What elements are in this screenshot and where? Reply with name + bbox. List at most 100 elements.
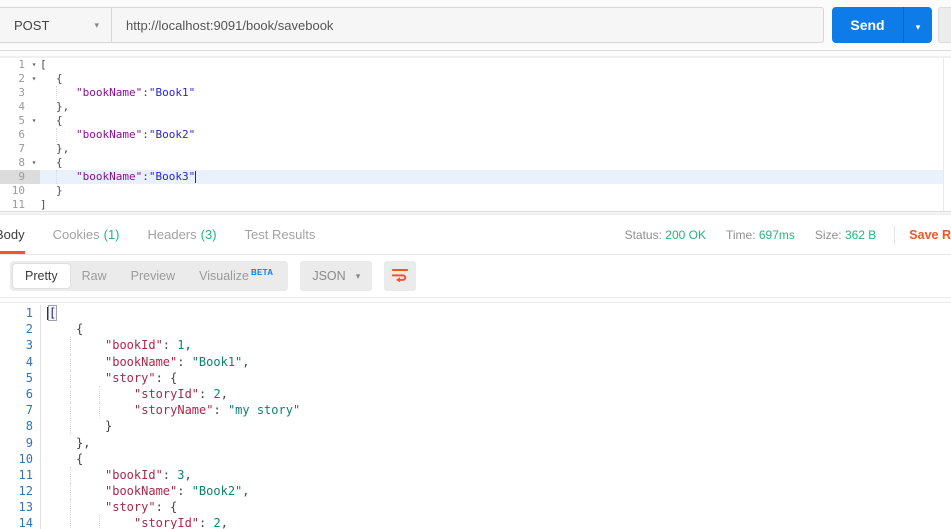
method-select[interactable]: POST ▾ [0, 8, 112, 42]
send-options-button[interactable]: ▾ [903, 7, 932, 43]
code-line[interactable]: 6 "storyId": 2, [0, 385, 951, 403]
line-gutter: 11 [0, 466, 41, 484]
code-token: "storyId" [134, 386, 200, 401]
code-token: "Book2" [148, 128, 196, 141]
line-gutter: 4 [0, 100, 40, 114]
line-gutter: 12 [0, 483, 41, 500]
code-line[interactable]: 3 "bookName":"Book1" [0, 86, 951, 100]
code-line[interactable]: 6 "bookName":"Book2" [0, 128, 951, 142]
view-visualize[interactable]: Visualize BETA [187, 263, 285, 288]
code-line[interactable]: 10 { [0, 450, 951, 467]
line-number: 4 [18, 100, 25, 113]
code-token: , [184, 338, 192, 353]
code-line[interactable]: 7}, [0, 142, 951, 156]
line-number: 9 [18, 170, 25, 183]
code-line[interactable]: 5 "story": { [0, 369, 951, 386]
line-gutter: 1 ▾ [0, 58, 40, 72]
code-line[interactable]: 8} [0, 418, 951, 435]
line-gutter: 6 [0, 385, 41, 403]
format-select[interactable]: JSON ▾ [300, 261, 373, 291]
code-line[interactable]: 7 "storyName": "my story" [0, 402, 951, 419]
send-button[interactable]: Send [832, 7, 903, 43]
code-token: } [105, 419, 113, 434]
code-token: "bookId" [105, 338, 163, 353]
fold-icon[interactable]: ▾ [28, 58, 40, 72]
status-badge: Status: 200 OK [625, 228, 706, 242]
view-pretty[interactable]: Pretty [13, 264, 70, 288]
code-token: "bookName" [76, 86, 143, 99]
scrollbar[interactable] [943, 58, 951, 211]
fold-icon[interactable]: ▾ [28, 114, 40, 128]
line-number: 3 [18, 86, 25, 99]
code-line[interactable]: 8 ▾ { [0, 156, 951, 170]
time-value: 697ms [758, 227, 795, 242]
view-preview[interactable]: Preview [119, 264, 187, 288]
code-token: : [142, 128, 149, 141]
code-token: "bookName" [105, 484, 178, 499]
code-token: : [142, 86, 149, 99]
wrap-text-button[interactable] [384, 261, 417, 291]
code-token: { [56, 72, 63, 85]
code-line[interactable]: 11 "bookId": 3, [0, 466, 951, 484]
line-number: 9 [25, 435, 33, 450]
code-line[interactable]: 2{ [0, 321, 951, 338]
line-number: 7 [18, 142, 25, 155]
line-gutter: 9 [0, 170, 40, 184]
code-line[interactable]: 10} [0, 184, 951, 198]
view-label: Raw [81, 269, 107, 283]
status-label: Status: [624, 227, 662, 242]
code-line[interactable]: 13 "story": { [0, 499, 951, 516]
code-line[interactable]: 5 ▾ { [0, 114, 951, 128]
tab-cookies[interactable]: Cookies (1) [53, 215, 120, 254]
code-token: , [242, 484, 250, 499]
code-line[interactable]: 2 ▾ { [0, 72, 951, 86]
code-line[interactable]: 4}, [0, 100, 951, 114]
line-gutter: 10 [0, 450, 41, 467]
line-number: 1 [25, 306, 33, 320]
divider [894, 225, 896, 244]
code-token: { [76, 451, 84, 466]
view-mode-switcher: Pretty Raw Preview Visualize BETA [10, 261, 289, 291]
line-number: 11 [18, 467, 33, 482]
tab-test-results[interactable]: Test Results [245, 215, 316, 254]
code-line[interactable]: 9}, [0, 434, 951, 451]
code-line[interactable]: 12 "bookName": "Book2", [0, 483, 951, 500]
save-response-button[interactable]: Save R [909, 228, 951, 242]
response-body-viewer[interactable]: 1[2{3 "bookId": 1, 4 "bookName": "Book1", 5 "… [0, 303, 951, 529]
code-token: "my story" [227, 403, 301, 418]
fold-icon[interactable]: ▾ [28, 156, 40, 170]
tab-headers[interactable]: Headers (3) [148, 215, 217, 254]
line-number: 8 [18, 156, 25, 169]
code-token: : [162, 338, 178, 353]
line-gutter: 6 [0, 128, 40, 142]
response-tabs: Body Cookies (1) Headers (3) Test Result… [0, 215, 343, 254]
code-line[interactable]: 1 ▾[ [0, 58, 951, 72]
tab-body[interactable]: Body [0, 215, 25, 254]
code-line[interactable]: 14 "storyId": 2, [0, 515, 951, 529]
line-number: 10 [18, 451, 33, 466]
view-raw[interactable]: Raw [70, 264, 119, 288]
response-view-toolbar: Pretty Raw Preview Visualize BETA JSON ▾ [0, 255, 951, 298]
code-token: : [162, 467, 178, 482]
code-token: "Book1" [191, 354, 243, 369]
request-body-editor[interactable]: 1 ▾[2 ▾{3 "bookName":"Book1" 4}, 5 ▾{6 "bookNam… [0, 57, 951, 211]
code-line[interactable]: 11] [0, 198, 951, 212]
code-line[interactable]: 1[ [0, 305, 951, 322]
code-token: }, [56, 100, 70, 113]
code-token: : [177, 354, 192, 369]
url-input[interactable]: http://localhost:9091/book/savebook [112, 8, 823, 42]
code-line[interactable]: 4 "bookName": "Book1", [0, 353, 951, 370]
time-badge: Time: 697ms [726, 228, 795, 242]
code-token: , [184, 467, 192, 482]
code-token: : [199, 386, 214, 401]
code-line[interactable]: 9 "bookName":"Book3" [0, 170, 951, 184]
fold-icon[interactable]: ▾ [28, 72, 40, 86]
view-label: Preview [130, 269, 176, 283]
code-token: , [242, 354, 250, 369]
code-token: "bookId" [105, 467, 163, 482]
line-gutter: 5 [0, 369, 41, 386]
save-request-button-partial[interactable] [938, 7, 951, 43]
code-line[interactable]: 3 "bookId": 1, [0, 337, 951, 354]
code-token: { [56, 114, 63, 127]
code-token: "Book3" [148, 170, 196, 183]
